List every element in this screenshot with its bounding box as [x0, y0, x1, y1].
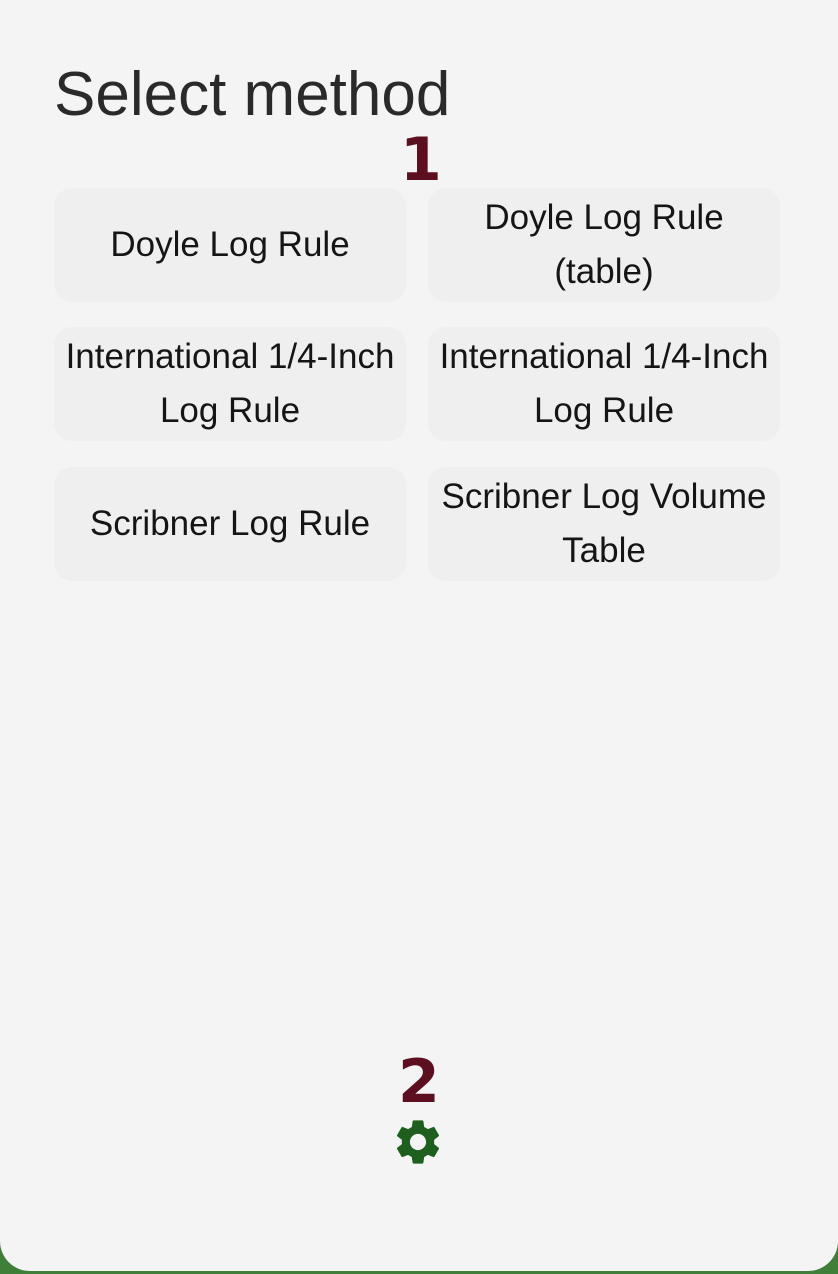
method-button-label: International 1/4-Inch Log Rule	[65, 337, 395, 430]
method-button-label: International 1/4-Inch Log Rule	[439, 337, 769, 430]
method-button-label: Doyle Log Rule	[110, 225, 350, 264]
gear-icon	[396, 1120, 440, 1164]
method-button-scribner-log-rule[interactable]: Scribner Log Rule	[54, 467, 406, 581]
method-button-scribner-log-volume-table[interactable]: Scribner Log Volume Table	[428, 467, 780, 581]
page-title: Select method	[54, 60, 451, 129]
method-button-international-quarter-inch-rule-alt[interactable]: International 1/4-Inch Log Rule	[428, 327, 780, 441]
method-button-doyle-log-rule-table[interactable]: Doyle Log Rule (table)	[428, 188, 780, 302]
method-button-label: Doyle Log Rule (table)	[484, 198, 724, 291]
method-button-label: Scribner Log Volume Table	[441, 477, 767, 570]
card-corner	[808, 0, 838, 30]
method-button-label: Scribner Log Rule	[89, 504, 371, 543]
method-selection-screen: Select method 1 Doyle Log Rule Doyle Log…	[0, 0, 838, 1271]
annotation-marker-1: 1	[400, 125, 442, 195]
settings-button[interactable]	[391, 1115, 445, 1169]
annotation-marker-2: 2	[398, 1047, 440, 1117]
method-button-doyle-log-rule[interactable]: Doyle Log Rule	[54, 188, 406, 302]
method-button-international-quarter-inch-rule[interactable]: International 1/4-Inch Log Rule	[54, 327, 406, 441]
